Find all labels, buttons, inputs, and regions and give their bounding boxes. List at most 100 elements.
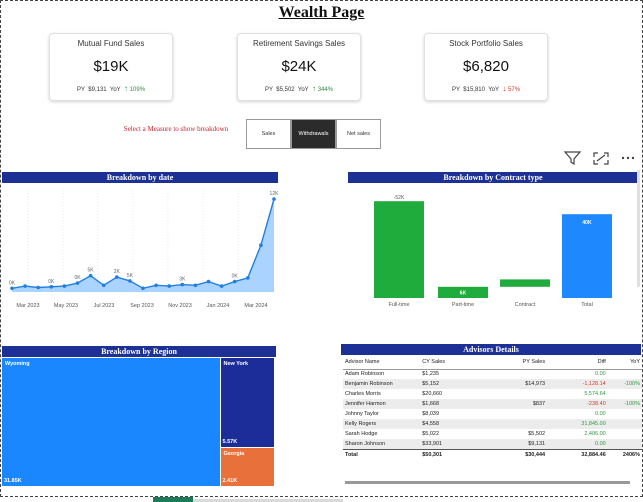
kpi-py-value: $9,131 (88, 87, 107, 93)
treemap-value-label: 5.57K (222, 439, 238, 446)
table-cell (607, 439, 642, 449)
data-point (206, 279, 211, 284)
data-point (167, 284, 171, 288)
table-cell (608, 389, 642, 399)
data-point (232, 279, 237, 284)
kpi-title: Stock Portfolio Sales (449, 39, 523, 48)
table-cell: 2406% (607, 448, 642, 461)
table-cell: -238.40 (547, 399, 608, 409)
region-treemap[interactable]: Wyoming 31.85K New York 5.57K Georgia 2.41K (2, 358, 274, 486)
data-point (180, 282, 185, 287)
x-tick-label: Nov 2023 (168, 303, 192, 309)
x-tick-label: Sep 2023 (130, 303, 154, 309)
table-cell: 32,884.46 (547, 448, 608, 461)
table-cell: $837 (486, 399, 548, 409)
contract-chart-title: Breakdown by Contract type (348, 172, 638, 183)
arrow-up-icon: ↑ (312, 84, 317, 93)
table-cell: Kelly Rogers (343, 419, 421, 429)
treemap-tile-georgia[interactable]: Georgia 2.41K (220, 448, 274, 486)
data-point (128, 279, 132, 283)
kpi-card-mutual-fund[interactable]: Mutual Fund Sales $19K PY $9,131 YoY ↑ 1… (49, 33, 173, 101)
table-cell: $20,660 (422, 391, 443, 397)
focus-mode-icon[interactable] (593, 152, 609, 165)
table-cell: Sharon Johnson (343, 439, 421, 449)
table-cell: $5,022 (422, 431, 440, 437)
kpi-yoy-value: 57% (508, 87, 521, 93)
table-row[interactable]: Kelly Rogers $4,558 31,845.00 (343, 419, 642, 429)
table-row[interactable]: Jennifer Harmon $1,668 $837 -238.40 -100% (343, 399, 642, 409)
kpi-card-retirement[interactable]: Retirement Savings Sales $24K PY $5,502 … (237, 33, 361, 101)
table-cell (608, 429, 642, 439)
data-label: 0K (74, 275, 81, 281)
kpi-title: Mutual Fund Sales (77, 39, 145, 48)
table-row[interactable]: Johnny Taylor $8,039 0.00 (343, 409, 642, 419)
table-cell: Adam Robinson (345, 371, 385, 378)
column-header[interactable]: Diff (547, 357, 608, 370)
kpi-value: $6,820 (463, 58, 509, 75)
table-cell: Sarah Hodge (345, 431, 378, 437)
data-point (88, 273, 93, 278)
kpi-card-stock-portfolio[interactable]: Stock Portfolio Sales $6,820 PY $15,810 … (424, 33, 548, 101)
date-area-chart[interactable]: 0K 0K 0K 5K 2K 5K 3K 0K 12K Mar 2023 May 2023 Jul 2… (2, 184, 278, 312)
table-cell: Benjamin Robinson (343, 379, 421, 389)
visual-header-icons (563, 151, 635, 166)
treemap-tile-wyoming[interactable]: Wyoming 31.85K (2, 358, 220, 486)
table-row[interactable]: Charles Morris $20,660 5,574.64 (343, 389, 642, 399)
data-point (36, 285, 40, 290)
arrow-up-icon: ↑ (124, 84, 129, 93)
data-point (219, 284, 224, 288)
kpi-value: $19K (93, 58, 129, 75)
contract-waterfall-chart[interactable]: -52K Full-time 6K Part-time Contract 40K Total (348, 184, 638, 312)
table-row[interactable]: Sharon Johnson $33,901 $9,131 0.00 (343, 439, 642, 449)
filter-icon[interactable] (563, 151, 582, 166)
page-tab-active[interactable] (153, 497, 193, 502)
kpi-title: Retirement Savings Sales (252, 39, 346, 48)
data-point (49, 285, 54, 289)
vertical-scrollbar[interactable] (637, 170, 640, 287)
kpi-value: $24K (281, 58, 317, 75)
measure-option-net-sales[interactable]: Net sales (336, 119, 381, 149)
table-cell: Johnny Taylor (345, 411, 379, 417)
table-row[interactable]: Sarah Hodge $5,022 $5,502 2,406.00 (343, 429, 642, 439)
table-cell: Jennifer Harmon (343, 399, 421, 409)
kpi-footer: PY $5,502 YoY ↑ 344% (238, 84, 360, 93)
column-header[interactable]: Advisor Name (343, 357, 421, 370)
data-label: 6K (460, 290, 467, 296)
measure-selector-label: Select a Measure to show breakdown (123, 125, 229, 133)
table-cell: $50,301 (420, 448, 487, 461)
data-label: 3K (179, 277, 186, 283)
data-label: 40K (582, 220, 592, 226)
kpi-py-value: $15,810 (463, 87, 485, 93)
column-header[interactable]: PY Sales (486, 357, 548, 370)
treemap-category-label: New York (223, 361, 249, 367)
table-cell: 5,574.64 (584, 391, 606, 397)
kpi-py-label: PY (76, 87, 85, 93)
measure-option-sales[interactable]: Sales (246, 119, 291, 149)
measure-option-withdrawals[interactable]: Withdrawals (291, 119, 336, 149)
column-header[interactable]: YoY (607, 357, 642, 370)
treemap-tile-new-york[interactable]: New York 5.57K (220, 358, 274, 448)
data-point (154, 283, 158, 288)
x-tick-label: Contract (515, 302, 536, 308)
table-header-row: Advisor Name CY Sales PY Sales Diff YoY (343, 357, 642, 370)
kpi-py-label: PY (264, 87, 273, 93)
data-point (193, 283, 198, 288)
column-header[interactable]: CY Sales (420, 357, 487, 370)
kpi-yoy-label: YoY (109, 87, 121, 93)
advisors-table-title: Advisors Details (341, 344, 641, 355)
table-cell (608, 369, 642, 379)
advisors-table: Advisor Name CY Sales PY Sales Diff YoY … (343, 357, 642, 461)
treemap-category-label: Georgia (223, 451, 245, 458)
table-cell: -1,128.14 (547, 379, 608, 389)
waterfall-bar (562, 214, 612, 298)
table-total-row[interactable]: Total $50,301 $30,444 32,884.46 2406% (343, 448, 642, 461)
table-cell (486, 419, 548, 429)
data-label: 5K (127, 273, 134, 279)
treemap-category-label: Wyoming (5, 361, 30, 367)
horizontal-scrollbar[interactable] (345, 481, 630, 484)
table-cell: Charles Morris (345, 391, 381, 397)
table-row[interactable]: Benjamin Robinson $5,152 $14,973 -1,128.14-… (343, 379, 642, 389)
table-row[interactable]: Adam Robinson $1,235 0.00 (343, 369, 642, 379)
table-cell: $30,444 (486, 448, 548, 461)
more-options-icon[interactable] (621, 156, 635, 160)
